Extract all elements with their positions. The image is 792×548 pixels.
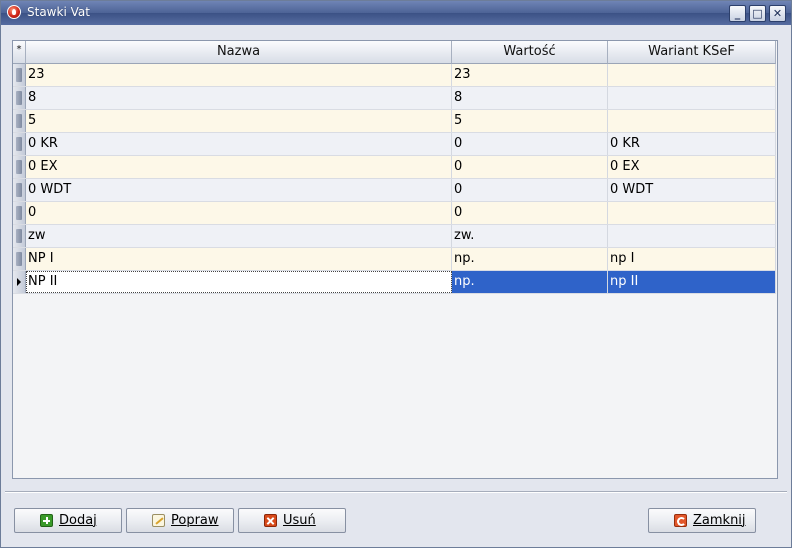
table-row[interactable]: 23 23: [13, 64, 776, 87]
row-handle-icon: [16, 137, 22, 151]
row-indicator[interactable]: [13, 271, 26, 293]
row-indicator[interactable]: [13, 87, 26, 109]
edit-button[interactable]: Popraw: [126, 508, 234, 533]
row-handle-icon: [16, 114, 22, 128]
cell-wartosc[interactable]: 0: [452, 179, 608, 201]
cell-wartosc[interactable]: 0: [452, 133, 608, 155]
cell-nazwa[interactable]: 0 EX: [26, 156, 452, 178]
cell-wartosc[interactable]: np.: [452, 248, 608, 270]
cell-wariant-ksef[interactable]: [608, 64, 776, 86]
row-indicator[interactable]: [13, 133, 26, 155]
row-indicator[interactable]: [13, 248, 26, 270]
table-row[interactable]: NP Inp. np I: [13, 248, 776, 271]
table-row[interactable]: 00: [13, 202, 776, 225]
row-handle-icon: [16, 229, 22, 243]
cell-wariant-ksef[interactable]: 0 EX: [608, 156, 776, 178]
close-door-icon: [674, 514, 687, 527]
row-indicator[interactable]: [13, 156, 26, 178]
cell-nazwa[interactable]: zw: [26, 225, 452, 247]
row-indicator[interactable]: [13, 110, 26, 132]
delete-icon: [264, 514, 277, 527]
cell-wartosc[interactable]: np.: [452, 271, 608, 293]
delete-button-label: Usuń: [283, 513, 316, 528]
delete-button[interactable]: Usuń: [238, 508, 346, 533]
stawki-vat-window: Stawki Vat _ □ ✕ * Nazwa Wartość Wariant…: [0, 0, 792, 548]
cell-wariant-ksef[interactable]: [608, 225, 776, 247]
table-row[interactable]: zw zw.: [13, 225, 776, 248]
title-bar[interactable]: Stawki Vat _ □ ✕: [1, 1, 791, 25]
add-button[interactable]: Dodaj: [14, 508, 122, 533]
column-header-wartosc[interactable]: Wartość: [452, 41, 608, 64]
add-button-label: Dodaj: [59, 513, 97, 528]
column-header-nazwa[interactable]: Nazwa: [26, 41, 452, 64]
table-row[interactable]: 0 KR 0 0 KR: [13, 133, 776, 156]
row-handle-icon: [16, 91, 22, 105]
table-row[interactable]: 55: [13, 110, 776, 133]
plus-icon: [40, 514, 53, 527]
row-handle-icon: [16, 206, 22, 220]
cell-wartosc[interactable]: 23: [452, 64, 608, 86]
cell-nazwa[interactable]: 23: [26, 64, 452, 86]
cell-wartosc[interactable]: zw.: [452, 225, 608, 247]
row-indicator[interactable]: [13, 225, 26, 247]
cell-wariant-ksef[interactable]: [608, 110, 776, 132]
cell-wartosc[interactable]: 8: [452, 87, 608, 109]
vat-app-icon: [7, 5, 21, 19]
table-row[interactable]: NP II np. np II: [13, 271, 776, 294]
cell-wariant-ksef[interactable]: [608, 87, 776, 109]
cell-wartosc[interactable]: 0: [452, 156, 608, 178]
cell-nazwa[interactable]: 0: [26, 202, 452, 224]
cell-wartosc[interactable]: 0: [452, 202, 608, 224]
window-title: Stawki Vat: [27, 5, 90, 19]
row-handle-icon: [16, 252, 22, 266]
row-handle-icon: [16, 68, 22, 82]
row-indicator[interactable]: [13, 64, 26, 86]
current-row-arrow-icon: [17, 278, 21, 286]
cell-wartosc[interactable]: 5: [452, 110, 608, 132]
cell-wariant-ksef[interactable]: 0 KR: [608, 133, 776, 155]
close-button-label: Zamknij: [693, 513, 746, 528]
cell-nazwa[interactable]: 5: [26, 110, 452, 132]
cell-wariant-ksef[interactable]: np II: [608, 271, 776, 293]
table-row[interactable]: 0 EX 0 0 EX: [13, 156, 776, 179]
edit-button-label: Popraw: [171, 513, 219, 528]
cell-wariant-ksef[interactable]: np I: [608, 248, 776, 270]
cell-wariant-ksef[interactable]: 0 WDT: [608, 179, 776, 201]
row-handle-icon: [16, 183, 22, 197]
column-header-wariant-ksef[interactable]: Wariant KSeF: [608, 41, 776, 64]
vat-rates-grid[interactable]: * Nazwa Wartość Wariant KSeF 23 23 8 8 5 5 0 K…: [12, 40, 778, 479]
table-row[interactable]: 0 WDT 0 0 WDT: [13, 179, 776, 202]
header-indicator[interactable]: *: [13, 41, 26, 64]
row-indicator[interactable]: [13, 179, 26, 201]
close-button[interactable]: Zamknij: [648, 508, 756, 533]
cell-wariant-ksef[interactable]: [608, 202, 776, 224]
cell-nazwa[interactable]: 0 WDT: [26, 179, 452, 201]
table-row[interactable]: 88: [13, 87, 776, 110]
cell-nazwa[interactable]: NP II: [26, 271, 452, 293]
row-handle-icon: [16, 160, 22, 174]
edit-icon: [152, 514, 165, 527]
cell-nazwa[interactable]: 0 KR: [26, 133, 452, 155]
footer-separator: [5, 491, 787, 493]
row-indicator[interactable]: [13, 202, 26, 224]
maximize-button[interactable]: □: [749, 5, 766, 22]
minimize-button[interactable]: _: [729, 5, 746, 22]
close-window-button[interactable]: ✕: [769, 5, 786, 22]
cell-nazwa[interactable]: 8: [26, 87, 452, 109]
cell-nazwa[interactable]: NP I: [26, 248, 452, 270]
